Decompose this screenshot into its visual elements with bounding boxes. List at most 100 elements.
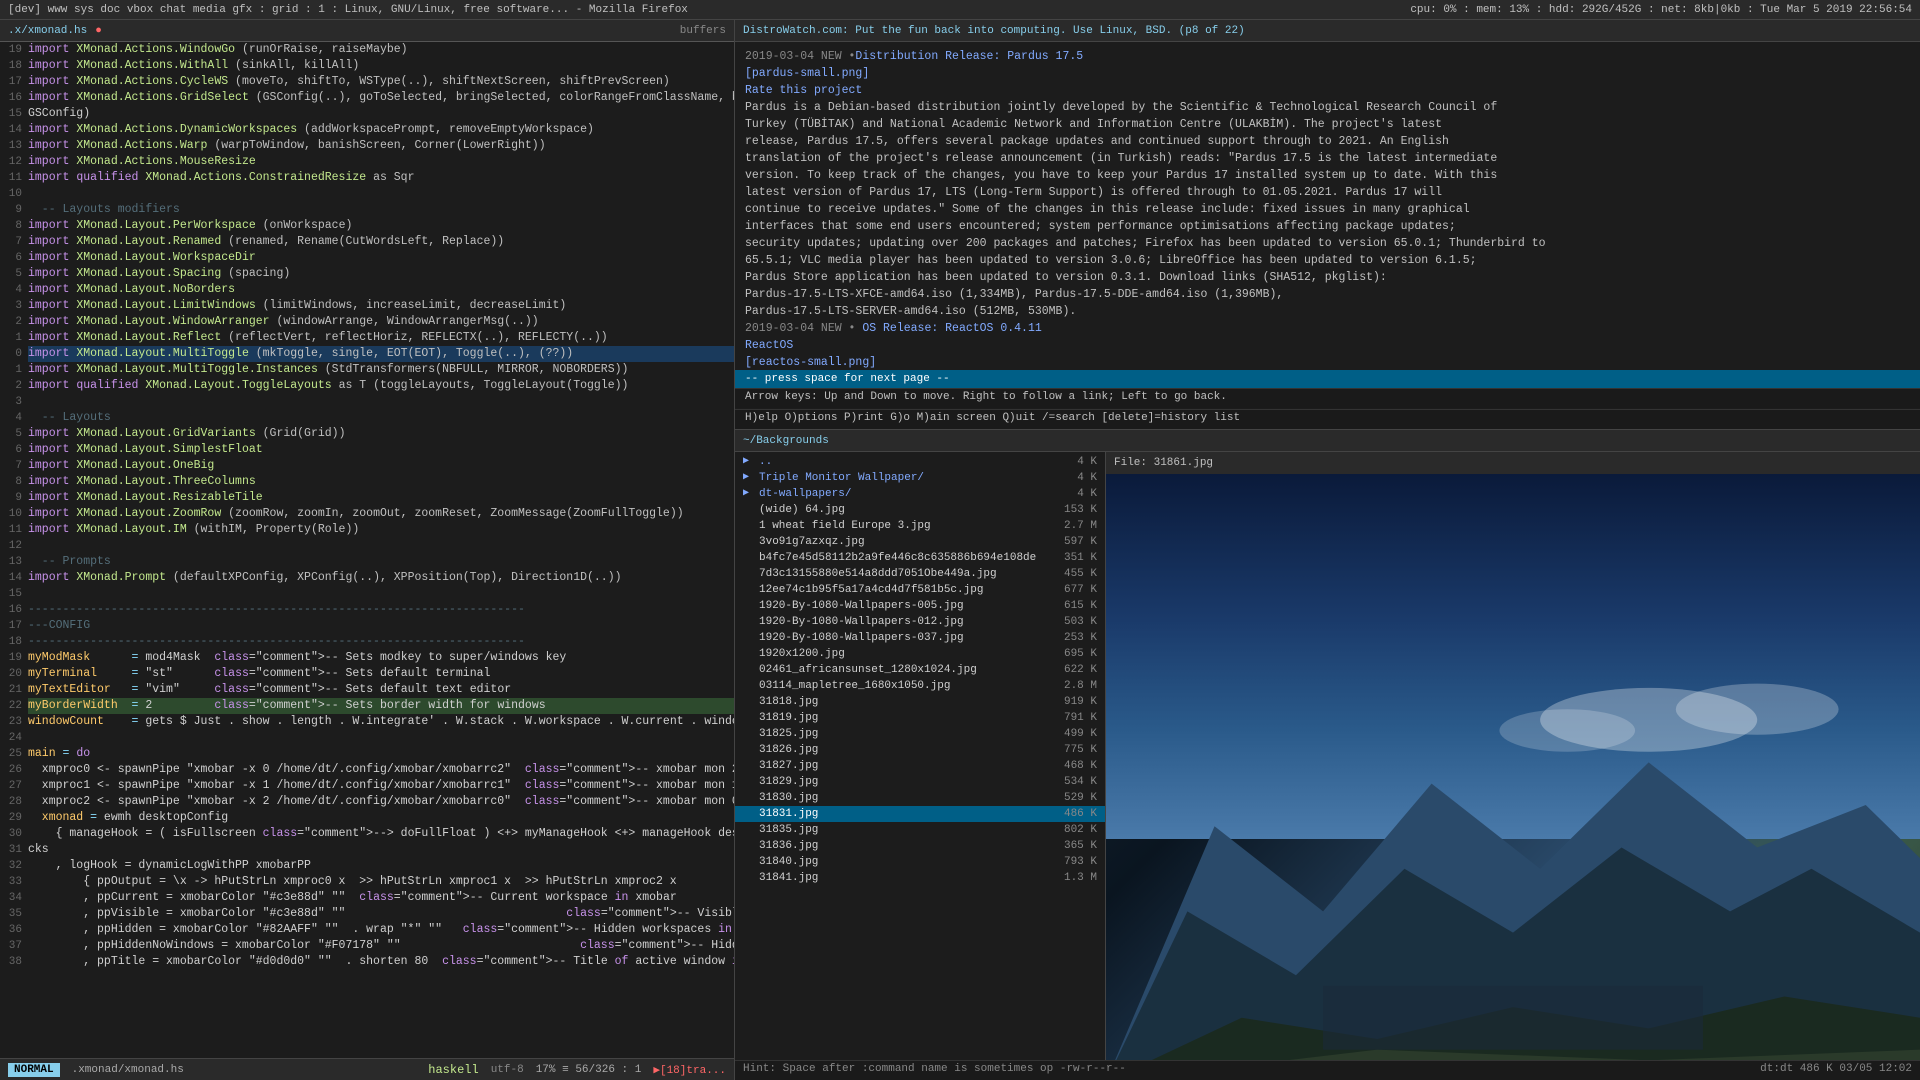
code-line: 5 import XMonad.Layout.Spacing (spacing) (0, 266, 734, 282)
ranger-file-item[interactable]: 31841.jpg 1.3 M (735, 870, 1105, 886)
ranger-file-item[interactable]: 31818.jpg 919 K (735, 694, 1105, 710)
file-icon: ▶ (743, 454, 759, 470)
ranger-file-item[interactable]: 1920-By-1080-Wallpapers-012.jpg 503 K (735, 614, 1105, 630)
vim-encoding: utf-8 (491, 1064, 524, 1076)
code-line: 17 ---CONFIG (0, 618, 734, 634)
ranger-file-item[interactable]: 1 wheat field Europe 3.jpg 2.7 M (735, 518, 1105, 534)
ranger-file-item[interactable]: 31830.jpg 529 K (735, 790, 1105, 806)
file-size: 775 K (1037, 742, 1097, 758)
code-line: 10 (0, 186, 734, 202)
code-line: 18 import XMonad.Actions.WithAll (sinkAl… (0, 58, 734, 74)
ranger-file-item[interactable]: b4fc7e45d58112b2a9fe446c8c635886b694e108… (735, 550, 1105, 566)
browser-content[interactable]: 2019-03-04 NEW •Distribution Release: Pa… (735, 42, 1920, 370)
code-line: 37 , ppHiddenNoWindows = xmobarColor "#F… (0, 938, 734, 954)
ranger-file-item[interactable]: 31826.jpg 775 K (735, 742, 1105, 758)
ranger-file-item[interactable]: 31825.jpg 499 K (735, 726, 1105, 742)
browser-line: latest version of Pardus 17, LTS (Long-T… (745, 184, 1910, 201)
file-name: 12ee74c1b95f5a17a4cd4d7f581b5c.jpg (759, 582, 1037, 598)
ranger-file-item[interactable]: 1920x1200.jpg 695 K (735, 646, 1105, 662)
code-line: 9 import XMonad.Layout.ResizableTile (0, 490, 734, 506)
file-icon (743, 838, 759, 854)
code-line: 12 import XMonad.Actions.MouseResize (0, 154, 734, 170)
browser-title: DistroWatch.com: Put the fun back into c… (743, 25, 1245, 37)
ranger-file-item[interactable]: ▶ dt-wallpapers/ 4 K (735, 486, 1105, 502)
file-icon (743, 806, 759, 822)
file-icon (743, 662, 759, 678)
browser-line: release, Pardus 17.5, offers several pac… (745, 133, 1910, 150)
file-icon (743, 710, 759, 726)
ranger-file-item[interactable]: 03114_mapletree_1680x1050.jpg 2.8 M (735, 678, 1105, 694)
main-layout: .x/xmonad.hs ● buffers 19 import XMonad.… (0, 20, 1920, 1080)
ranger-file-item[interactable]: 31831.jpg 486 K (735, 806, 1105, 822)
file-size: 253 K (1037, 630, 1097, 646)
ranger-file-item[interactable]: 12ee74c1b95f5a17a4cd4d7f581b5c.jpg 677 K (735, 582, 1105, 598)
ranger-file-item[interactable]: 7d3c13155880e514a8ddd7051Obe449a.jpg 455… (735, 566, 1105, 582)
file-name: 1920-By-1080-Wallpapers-037.jpg (759, 630, 1037, 646)
ranger-file-item[interactable]: 31827.jpg 468 K (735, 758, 1105, 774)
code-area[interactable]: 19 import XMonad.Actions.WindowGo (runOr… (0, 42, 734, 1058)
file-size: 695 K (1037, 646, 1097, 662)
file-name: 31836.jpg (759, 838, 1037, 854)
code-line: 26 xmproc0 <- spawnPipe "xmobar -x 0 /ho… (0, 762, 734, 778)
vim-extra: ▶[18]tra... (653, 1063, 726, 1077)
ranger-file-item[interactable]: 31829.jpg 534 K (735, 774, 1105, 790)
ranger-file-list[interactable]: ▶ .. 4 K ▶ Triple Monitor Wallpaper/ 4 K… (735, 452, 1105, 1060)
ranger-statusbar: Hint: Space after :command name is somet… (735, 1060, 1920, 1080)
ranger-file-item[interactable]: 31835.jpg 802 K (735, 822, 1105, 838)
code-line: 3 import XMonad.Layout.LimitWindows (lim… (0, 298, 734, 314)
ranger-pane: ~/Backgrounds ▶ .. 4 K ▶ Triple Monitor … (735, 430, 1920, 1080)
browser-line: version. To keep track of the changes, y… (745, 167, 1910, 184)
code-line: 16 import XMonad.Actions.GridSelect (GSC… (0, 90, 734, 106)
file-name: 31826.jpg (759, 742, 1037, 758)
code-line: 36 , ppHidden = xmobarColor "#82AAFF" ""… (0, 922, 734, 938)
file-size: 919 K (1037, 694, 1097, 710)
code-line: 27 xmproc1 <- spawnPipe "xmobar -x 1 /ho… (0, 778, 734, 794)
file-name: 31830.jpg (759, 790, 1037, 806)
ranger-file-item[interactable]: 1920-By-1080-Wallpapers-005.jpg 615 K (735, 598, 1105, 614)
ranger-file-item[interactable]: 3vo91g7azxqz.jpg 597 K (735, 534, 1105, 550)
code-line: 15 (0, 586, 734, 602)
file-name: 31829.jpg (759, 774, 1037, 790)
file-icon (743, 566, 759, 582)
file-name: 31818.jpg (759, 694, 1037, 710)
file-icon (743, 646, 759, 662)
ranger-file-item[interactable]: (wide) 64.jpg 153 K (735, 502, 1105, 518)
ranger-file-item[interactable]: 02461_africansunset_1280x1024.jpg 622 K (735, 662, 1105, 678)
file-size: 1.3 M (1037, 870, 1097, 886)
code-line: 17 import XMonad.Actions.CycleWS (moveTo… (0, 74, 734, 90)
browser-line: Pardus-17.5-LTS-SERVER-amd64.iso (512MB,… (745, 303, 1910, 320)
browser-header: DistroWatch.com: Put the fun back into c… (735, 20, 1920, 42)
code-line: 15 GSConfig) (0, 106, 734, 122)
code-line: 8 import XMonad.Layout.ThreeColumns (0, 474, 734, 490)
code-line: 29 xmonad = ewmh desktopConfig (0, 810, 734, 826)
code-line: 33 { ppOutput = \x -> hPutStrLn xmproc0 … (0, 874, 734, 890)
code-line: 20 myTerminal = "st" class="comment">-- … (0, 666, 734, 682)
file-size: 4 K (1037, 470, 1097, 486)
ranger-file-item[interactable]: ▶ .. 4 K (735, 454, 1105, 470)
file-name: b4fc7e45d58112b2a9fe446c8c635886b694e108… (759, 550, 1037, 566)
code-line: 14 import XMonad.Prompt (defaultXPConfig… (0, 570, 734, 586)
ranger-file-item[interactable]: 31819.jpg 791 K (735, 710, 1105, 726)
file-name: 31819.jpg (759, 710, 1037, 726)
file-size: 677 K (1037, 582, 1097, 598)
file-size: 503 K (1037, 614, 1097, 630)
browser-pane: DistroWatch.com: Put the fun back into c… (735, 20, 1920, 430)
file-size: 615 K (1037, 598, 1097, 614)
ranger-file-item[interactable]: 31836.jpg 365 K (735, 838, 1105, 854)
ranger-file-item[interactable]: 31840.jpg 793 K (735, 854, 1105, 870)
ranger-fileinfo: dt:dt 486 K 03/05 12:02 (1760, 1063, 1912, 1078)
code-line: 11 import qualified XMonad.Actions.Const… (0, 170, 734, 186)
vim-statusbar: NORMAL .xmonad/xmonad.hs haskell utf-8 1… (0, 1058, 734, 1080)
file-size: 534 K (1037, 774, 1097, 790)
sys-info: cpu: 0% : mem: 13% : hdd: 292G/452G : ne… (1410, 4, 1912, 16)
ranger-file-item[interactable]: 1920-By-1080-Wallpapers-037.jpg 253 K (735, 630, 1105, 646)
ranger-path: ~/Backgrounds (743, 435, 829, 447)
file-icon (743, 854, 759, 870)
code-line: 4 -- Layouts (0, 410, 734, 426)
ranger-file-item[interactable]: ▶ Triple Monitor Wallpaper/ 4 K (735, 470, 1105, 486)
file-name: 31827.jpg (759, 758, 1037, 774)
code-line: 35 , ppVisible = xmobarColor "#c3e88d" "… (0, 906, 734, 922)
top-bar-text: [dev] www sys doc vbox chat media gfx : … (8, 4, 688, 16)
vim-editor-pane: .x/xmonad.hs ● buffers 19 import XMonad.… (0, 20, 735, 1080)
file-icon (743, 614, 759, 630)
